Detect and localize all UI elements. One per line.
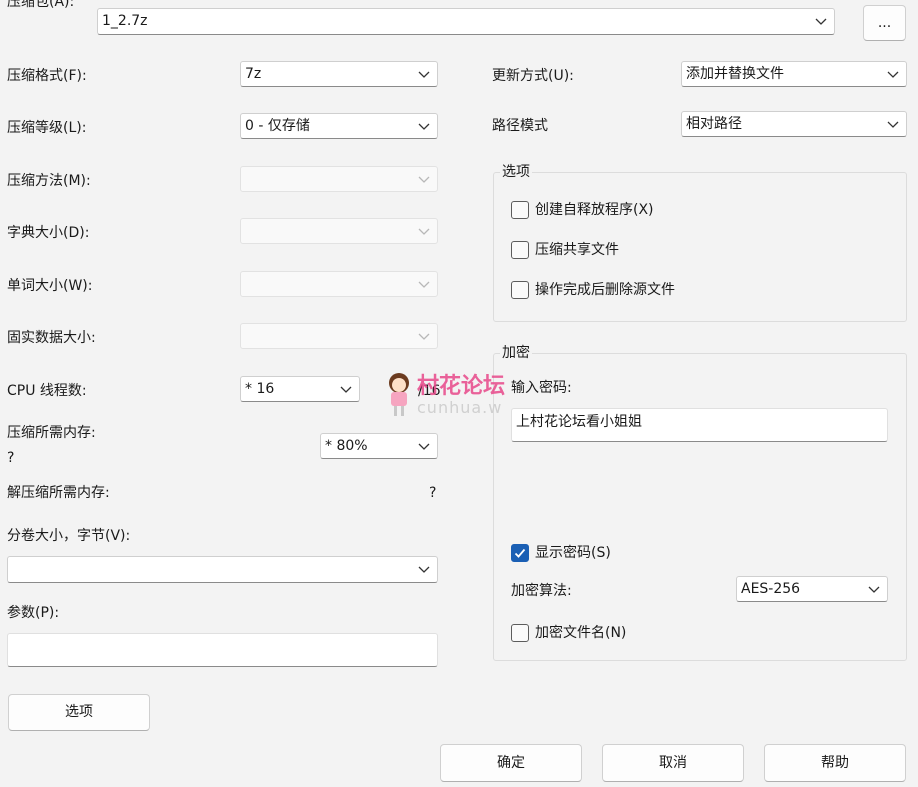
solid-combo xyxy=(240,323,438,349)
algo-label: 加密算法: xyxy=(511,583,572,599)
help-button[interactable]: 帮助 xyxy=(764,744,906,782)
cpu-label: CPU 线程数: xyxy=(7,383,87,399)
sfx-checkbox[interactable] xyxy=(511,201,529,219)
girl-mascot-icon xyxy=(389,373,409,416)
archive-path-combo[interactable]: 1_2.7z xyxy=(97,8,835,35)
update-value: 添加并替换文件 xyxy=(686,66,784,82)
chevron-down-icon xyxy=(418,228,430,235)
chevron-down-icon xyxy=(418,566,430,573)
password-input[interactable]: 上村花论坛看小姐姐 xyxy=(511,408,888,442)
dict-combo xyxy=(240,218,438,244)
chevron-down-icon xyxy=(868,586,880,593)
chevron-down-icon xyxy=(887,121,899,128)
volume-label: 分卷大小，字节(V): xyxy=(7,528,131,544)
path-combo[interactable]: 相对路径 xyxy=(681,111,907,137)
shared-files-label: 压缩共享文件 xyxy=(535,242,619,258)
word-combo xyxy=(240,271,438,297)
encryption-group-title: 加密 xyxy=(500,343,532,363)
show-password-checkbox[interactable] xyxy=(511,544,529,562)
path-label: 路径模式 xyxy=(492,118,548,134)
watermark-subtext: cunhua.w xyxy=(417,398,503,417)
level-combo[interactable]: 0 - 仅存储 xyxy=(240,113,438,139)
level-label: 压缩等级(L): xyxy=(7,120,87,136)
chevron-down-icon xyxy=(418,71,430,78)
delete-after-label: 操作完成后删除源文件 xyxy=(535,282,675,298)
delete-after-checkbox[interactable] xyxy=(511,281,529,299)
solid-label: 固实数据大小: xyxy=(7,330,96,346)
watermark: 村花论坛 cunhua.w xyxy=(383,368,543,424)
browse-button[interactable]: ... xyxy=(863,5,906,41)
chevron-down-icon xyxy=(340,386,352,393)
encryption-group xyxy=(493,353,907,661)
format-value: 7z xyxy=(245,66,262,82)
browse-button-label: ... xyxy=(877,15,892,31)
chevron-down-icon xyxy=(418,443,430,450)
cancel-button[interactable]: 取消 xyxy=(602,744,744,782)
mem-value-text: ? xyxy=(7,450,15,466)
options-group-title: 选项 xyxy=(500,162,532,182)
mem-label: 压缩所需内存: xyxy=(7,425,96,441)
chevron-down-icon xyxy=(418,333,430,340)
archive-path-value: 1_2.7z xyxy=(102,13,148,29)
options-button[interactable]: 选项 xyxy=(8,694,150,731)
ok-button[interactable]: 确定 xyxy=(440,744,582,782)
cpu-threads-value: * 16 xyxy=(245,381,275,397)
algo-value: AES-256 xyxy=(741,581,801,597)
volume-combo[interactable] xyxy=(7,556,438,583)
sfx-label: 创建自释放程序(X) xyxy=(535,202,654,218)
encrypt-names-label: 加密文件名(N) xyxy=(535,625,627,641)
params-label: 参数(P): xyxy=(7,605,60,621)
dict-label: 字典大小(D): xyxy=(7,225,90,241)
format-combo[interactable]: 7z xyxy=(240,61,438,87)
chevron-down-icon xyxy=(815,18,827,25)
archive-label: 压缩包(A): xyxy=(7,0,75,10)
ok-button-label: 确定 xyxy=(497,755,525,771)
help-button-label: 帮助 xyxy=(821,755,849,771)
decomp-label: 解压缩所需内存: xyxy=(7,485,110,501)
checkmark-icon xyxy=(514,548,526,558)
cpu-threads-combo[interactable]: * 16 xyxy=(240,376,360,402)
params-input[interactable] xyxy=(7,633,438,667)
decomp-value: ? xyxy=(429,485,437,501)
format-label: 压缩格式(F): xyxy=(7,68,87,84)
word-label: 单词大小(W): xyxy=(7,278,93,294)
update-label: 更新方式(U): xyxy=(492,68,574,84)
mem-combo[interactable]: * 80% xyxy=(320,433,438,459)
chevron-down-icon xyxy=(418,176,430,183)
level-value: 0 - 仅存储 xyxy=(245,118,310,134)
chevron-down-icon xyxy=(418,123,430,130)
mem-value: * 80% xyxy=(325,438,368,454)
method-label: 压缩方法(M): xyxy=(7,173,91,189)
shared-files-checkbox[interactable] xyxy=(511,241,529,259)
encrypt-names-checkbox[interactable] xyxy=(511,624,529,642)
path-value: 相对路径 xyxy=(686,116,742,132)
chevron-down-icon xyxy=(418,281,430,288)
chevron-down-icon xyxy=(887,71,899,78)
options-button-label: 选项 xyxy=(65,704,93,720)
algo-combo[interactable]: AES-256 xyxy=(736,576,888,602)
show-password-label: 显示密码(S) xyxy=(535,545,611,561)
method-combo xyxy=(240,166,438,192)
update-combo[interactable]: 添加并替换文件 xyxy=(681,61,907,87)
cancel-button-label: 取消 xyxy=(659,755,687,771)
watermark-text: 村花论坛 xyxy=(417,374,506,399)
